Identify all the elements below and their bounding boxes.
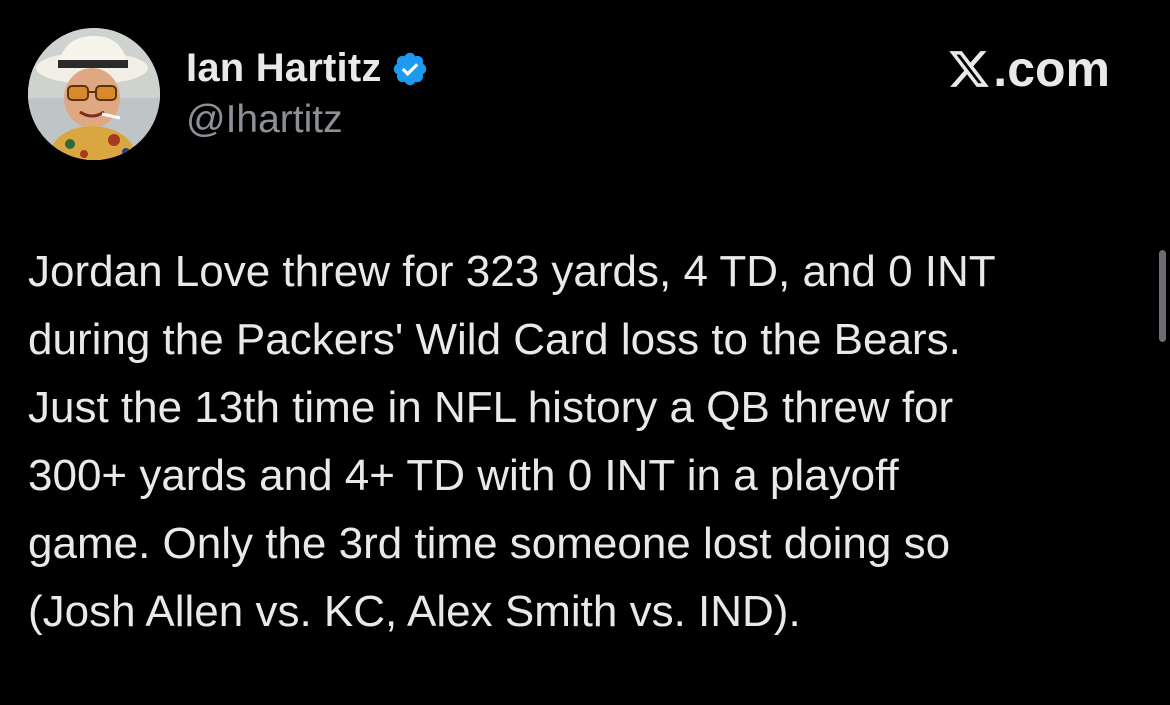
avatar[interactable] xyxy=(28,28,160,160)
verified-badge-icon[interactable] xyxy=(391,50,429,88)
scrollbar-thumb[interactable] xyxy=(1159,250,1166,342)
tweet-line: 300+ yards and 4+ TD with 0 INT in a pla… xyxy=(28,451,899,500)
tweet-card: Ian Hartitz @Ihartitz .com Jordan Love t… xyxy=(0,0,1170,705)
author-display-name[interactable]: Ian Hartitz xyxy=(186,46,382,91)
author-name-row: Ian Hartitz xyxy=(186,42,429,94)
tweet-line: Just the 13th time in NFL history a QB t… xyxy=(28,383,954,432)
brand-label: .com xyxy=(993,41,1110,97)
x-logo-icon xyxy=(947,47,991,91)
avatar-photo-icon xyxy=(28,28,160,160)
tweet-text: Jordan Love threw for 323 yards, 4 TD, a… xyxy=(28,238,1148,646)
tweet-line: game. Only the 3rd time someone lost doi… xyxy=(28,519,951,568)
tweet-line: (Josh Allen vs. KC, Alex Smith vs. IND). xyxy=(28,587,801,636)
tweet-line: during the Packers' Wild Card loss to th… xyxy=(28,315,961,364)
tweet-line: Jordan Love threw for 323 yards, 4 TD, a… xyxy=(28,247,996,296)
brand-watermark: .com xyxy=(947,40,1110,98)
author-handle[interactable]: @Ihartitz xyxy=(186,98,343,142)
